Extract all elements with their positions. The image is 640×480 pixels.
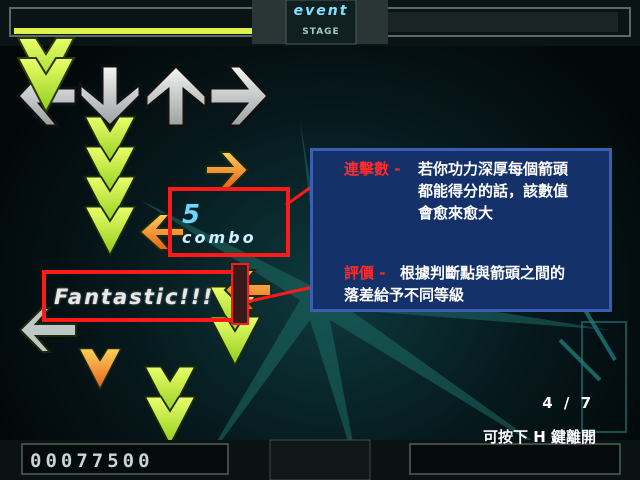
receptor-up-arrow — [144, 63, 208, 128]
combo-tip-heading: 連擊數 - — [344, 160, 401, 178]
combo-tip-line1: 若你功力深厚每個箭頭 — [418, 160, 569, 178]
judgement-text: Fantastic!!! — [54, 285, 215, 309]
score-display: 00077500 — [30, 450, 154, 472]
combo-word: combo — [182, 228, 257, 247]
combo-count: 5 — [182, 200, 201, 230]
judge-tip-line1: 根據判斷點與箭頭之間的 — [400, 264, 566, 282]
judge-tip-heading: 評價 - — [344, 264, 386, 282]
exit-hint: 可按下 H 鍵離開 — [483, 428, 596, 446]
judge-tip-line2: 落差給予不同等級 — [344, 286, 465, 304]
game-screen: event STAGE 5 combo Fantastic!!! 連擊數 - 若… — [0, 0, 640, 480]
receptor-right-arrow — [208, 64, 271, 128]
combo-tip-line3: 會愈來愈大 — [418, 204, 494, 222]
page-indicator: 4 / 7 — [542, 394, 594, 412]
mode-label: event — [293, 3, 349, 19]
combo-tip-line2: 都能得分的話，該數值 — [418, 182, 569, 200]
stage-label: STAGE — [302, 27, 340, 37]
